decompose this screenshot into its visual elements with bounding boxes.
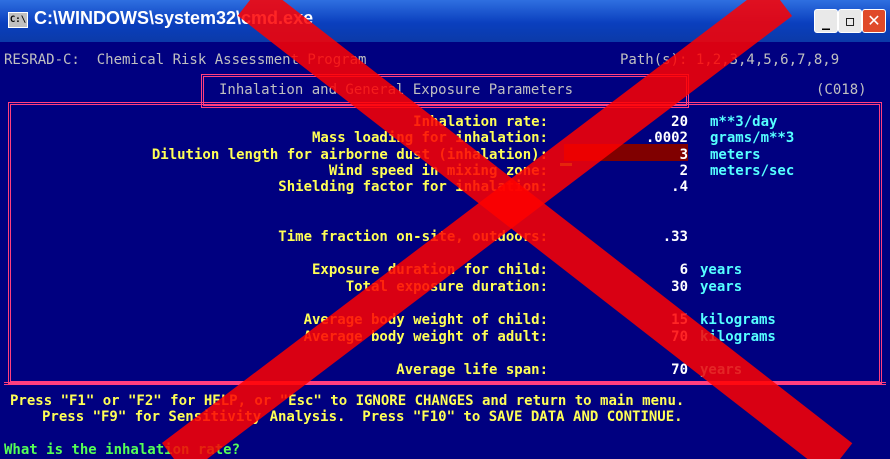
param-value-total-exposure[interactable]: 30 bbox=[671, 279, 688, 296]
param-label-total-exposure: Total exposure duration: bbox=[345, 279, 548, 295]
param-value-mass-loading[interactable]: .0002 bbox=[646, 130, 688, 147]
maximize-icon[interactable]: ▫ bbox=[838, 9, 862, 33]
param-label-wind-speed: Wind speed in mixing zone: bbox=[328, 163, 548, 179]
close-icon[interactable]: ✕ bbox=[862, 9, 886, 33]
minimize-icon[interactable]: _ bbox=[814, 9, 838, 33]
param-unit-total-exposure: years bbox=[700, 279, 743, 295]
save-instructions: Press "F9" for Sensitivity Analysis. Pre… bbox=[42, 409, 683, 425]
console-area[interactable]: RESRAD-C: Chemical Risk Assessment Progr… bbox=[0, 42, 890, 459]
param-label-body-weight-adult: Average body weight of adult: bbox=[303, 329, 548, 345]
paths-indicator: Path(s): 1,2,3,4,5,6,7,8,9 bbox=[620, 52, 840, 68]
param-unit-dilution-length: meters bbox=[710, 147, 761, 163]
window-title: C:\WINDOWS\system32\cmd.exe bbox=[34, 8, 314, 28]
text-cursor bbox=[560, 163, 572, 166]
param-label-mass-loading: Mass loading for inhalation: bbox=[311, 130, 548, 146]
param-unit-mass-loading: grams/m**3 bbox=[710, 130, 795, 146]
param-value-life-span[interactable]: 70 bbox=[671, 362, 688, 379]
param-label-time-fraction: Time fraction on-site, outdoors: bbox=[278, 229, 548, 245]
param-value-wind-speed[interactable]: 2 bbox=[680, 163, 688, 180]
param-unit-exposure-child: years bbox=[700, 262, 743, 278]
param-value-body-weight-child[interactable]: 15 bbox=[671, 312, 688, 329]
param-value-dilution-length[interactable]: 3 bbox=[680, 147, 688, 164]
param-value-exposure-child[interactable]: 6 bbox=[680, 262, 688, 279]
param-label-shielding-factor: Shielding factor for inhalation: bbox=[278, 179, 548, 195]
param-unit-body-weight-adult: kilograms bbox=[700, 329, 776, 345]
param-unit-body-weight-child: kilograms bbox=[700, 312, 776, 328]
param-label-exposure-child: Exposure duration for child: bbox=[311, 262, 548, 278]
param-label-dilution-length: Dilution length for airborne dust (inhal… bbox=[151, 147, 548, 163]
help-instructions: Press "F1" or "F2" for HELP, or "Esc" to… bbox=[10, 393, 685, 409]
screen-title: Inhalation and General Exposure Paramete… bbox=[219, 82, 574, 98]
footer-divider bbox=[4, 382, 886, 386]
program-title: RESRAD-C: Chemical Risk Assessment Progr… bbox=[4, 52, 367, 68]
window-titlebar[interactable]: C:\ C:\WINDOWS\system32\cmd.exe _ ▫ ✕ bbox=[0, 0, 890, 42]
cmd-icon[interactable]: C:\ bbox=[8, 12, 28, 28]
param-value-time-fraction[interactable]: .33 bbox=[663, 229, 688, 246]
param-unit-wind-speed: meters/sec bbox=[710, 163, 795, 179]
screen-code: (C018) bbox=[816, 82, 867, 98]
param-value-body-weight-adult[interactable]: 70 bbox=[671, 329, 688, 346]
param-label-inhalation-rate: Inhalation rate: bbox=[413, 114, 548, 130]
param-label-body-weight-child: Average body weight of child: bbox=[303, 312, 548, 328]
param-value-inhalation-rate[interactable]: 20 bbox=[671, 114, 688, 131]
input-prompt: What is the inhalation rate? bbox=[4, 442, 241, 458]
param-value-shielding-factor[interactable]: .4 bbox=[671, 179, 688, 196]
param-unit-inhalation-rate: m**3/day bbox=[710, 114, 778, 130]
param-unit-life-span: years bbox=[700, 362, 743, 378]
param-label-life-span: Average life span: bbox=[396, 362, 548, 378]
